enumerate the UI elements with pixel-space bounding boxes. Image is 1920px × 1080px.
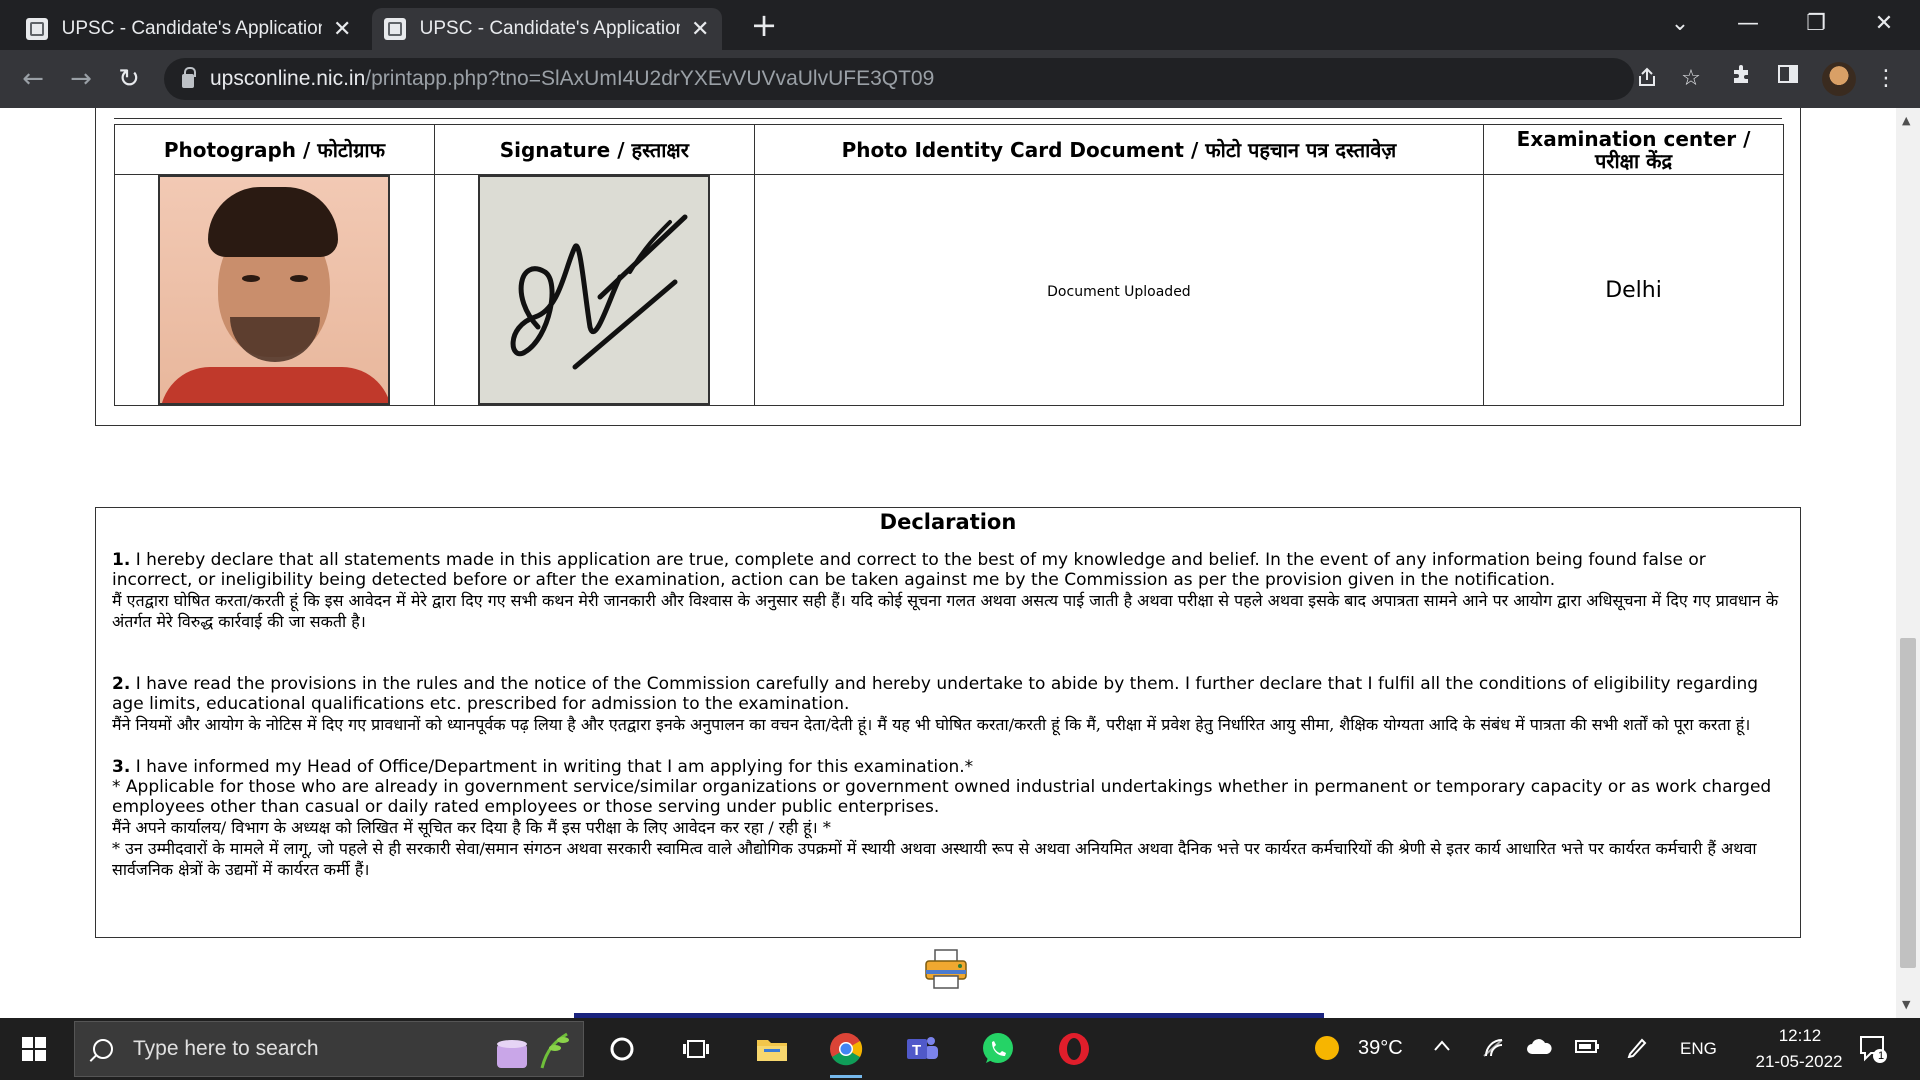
lock-icon[interactable] (182, 67, 196, 88)
header-exam-center: Examination center / परीक्षा केंद्र (1483, 124, 1784, 175)
scroll-down-arrow[interactable]: ▼ (1902, 998, 1910, 1011)
item-text-hi: मैं एतद्वारा घोषित करता/करती हूं कि इस आ… (112, 591, 1779, 631)
item-note-hi: * उन उम्मीदवारों के मामले में लागू, जो प… (112, 839, 1757, 879)
weather-icon[interactable] (1313, 1034, 1341, 1067)
url-host: upsconline.nic.in (210, 67, 366, 90)
declaration-item-2: 2. I have read the provisions in the rul… (112, 674, 1784, 735)
item-text-hi: मैंने नियमों और आयोग के नोटिस में दिए गए… (112, 715, 1751, 734)
windows-taskbar: Type here to search T 39°C ENG 12:12 21-… (0, 1018, 1920, 1080)
browser-toolbar: ← → ↻ upsconline.nic.in/printapp.php?tno… (0, 50, 1920, 108)
item-note-en: * Applicable for those who are already i… (112, 777, 1772, 817)
scroll-thumb[interactable] (1900, 638, 1916, 968)
profile-avatar[interactable] (1822, 62, 1856, 96)
file-explorer-icon[interactable] (750, 1027, 794, 1071)
tab-close-icon[interactable]: ✕ (332, 17, 352, 42)
tab-title: UPSC - Candidate's Application D (61, 18, 323, 39)
tab-title: UPSC - Candidate's Application D (419, 18, 681, 39)
notification-count: 1 (1877, 1050, 1885, 1062)
item-text-en: I have informed my Head of Office/Depart… (135, 757, 974, 777)
tab-close-icon[interactable]: ✕ (690, 17, 710, 42)
header-photograph: Photograph / फोटोग्राफ (114, 124, 435, 175)
tab-upsc-1[interactable]: UPSC - Candidate's Application D ✕ (14, 8, 364, 50)
vertical-scrollbar[interactable]: ▲ ▼ (1896, 108, 1920, 1018)
pen-icon[interactable] (1626, 1036, 1648, 1063)
forward-button[interactable]: → (64, 62, 98, 96)
tab-upsc-2[interactable]: UPSC - Candidate's Application D ✕ (372, 8, 722, 50)
item-text-en: I hereby declare that all statements mad… (112, 550, 1706, 590)
declaration-item-1: 1. I hereby declare that all statements … (112, 550, 1784, 632)
tab-search-icon[interactable]: ⌄ (1660, 6, 1700, 42)
search-placeholder: Type here to search (133, 1037, 319, 1060)
page-content: Photograph / फोटोग्राफ Signature / हस्ता… (0, 108, 1896, 1018)
search-icon (93, 1039, 113, 1059)
close-window-button[interactable]: ✕ (1864, 6, 1904, 42)
documents-table: Photograph / फोटोग्राफ Signature / हस्ता… (114, 124, 1784, 406)
extensions-icon[interactable] (1726, 63, 1758, 95)
clock-time[interactable]: 12:12 (1760, 1026, 1840, 1046)
wifi-icon[interactable] (1482, 1036, 1504, 1063)
task-view-icon[interactable] (674, 1027, 718, 1071)
bookmark-star-icon[interactable]: ☆ (1676, 66, 1706, 91)
documents-section: Photograph / फोटोग्राफ Signature / हस्ता… (95, 108, 1801, 426)
share-icon[interactable] (1632, 66, 1662, 94)
taskbar-search-box[interactable]: Type here to search (74, 1021, 584, 1077)
declaration-section: Declaration 1. I hereby declare that all… (95, 507, 1801, 938)
onedrive-icon[interactable] (1526, 1036, 1552, 1061)
address-bar[interactable]: upsconline.nic.in/printapp.php?tno=SlAxU… (164, 58, 1701, 100)
declaration-item-3: 3. I have informed my Head of Office/Dep… (112, 757, 1784, 880)
teams-icon[interactable]: T (900, 1027, 944, 1071)
id-document-cell: Document Uploaded (753, 174, 1485, 406)
side-panel-icon[interactable] (1772, 63, 1804, 95)
start-button[interactable] (22, 1037, 46, 1061)
battery-icon[interactable] (1574, 1036, 1600, 1061)
signature-cell (433, 174, 755, 406)
scroll-up-arrow[interactable]: ▲ (1902, 114, 1910, 127)
declaration-title: Declaration (879, 510, 1017, 534)
reload-button[interactable]: ↻ (112, 62, 146, 96)
chevron-up-icon[interactable] (1432, 1036, 1452, 1061)
svg-text:T: T (912, 1042, 921, 1059)
weather-temperature[interactable]: 39°C (1358, 1037, 1403, 1060)
search-highlight-icon (497, 1032, 569, 1069)
exam-center-cell: Delhi (1483, 174, 1784, 406)
language-indicator[interactable]: ENG (1680, 1039, 1717, 1059)
back-button[interactable]: ← (16, 62, 50, 96)
candidate-signature (478, 175, 711, 405)
restore-button[interactable]: ❐ (1796, 6, 1836, 42)
printer-icon[interactable] (922, 948, 970, 990)
cortana-icon[interactable] (600, 1027, 644, 1071)
item-number: 1. (112, 550, 131, 570)
opera-icon[interactable] (1052, 1027, 1096, 1071)
tab-strip: UPSC - Candidate's Application D ✕ UPSC … (0, 0, 1920, 50)
candidate-photo (158, 175, 391, 405)
header-signature: Signature / हस्ताक्षर (433, 124, 755, 175)
photo-cell (114, 174, 435, 406)
upsc-favicon-icon (26, 18, 48, 40)
document-status: Document Uploaded (1047, 283, 1191, 300)
item-text-hi: मैंने अपने कार्यालय/ विभाग के अध्यक्ष को… (112, 818, 831, 837)
new-tab-button[interactable]: + (748, 9, 780, 42)
item-number: 2. (112, 674, 131, 694)
item-text-en: I have read the provisions in the rules … (112, 674, 1759, 714)
chrome-icon[interactable] (824, 1027, 868, 1078)
clock-date[interactable]: 21-05-2022 (1734, 1052, 1864, 1072)
whatsapp-icon[interactable] (976, 1027, 1020, 1071)
header-id-document: Photo Identity Card Document / फोटो पहचा… (753, 124, 1485, 175)
exam-center-value: Delhi (1605, 277, 1662, 303)
menu-kebab-icon[interactable]: ⋮ (1870, 63, 1902, 95)
minimize-button[interactable]: — (1728, 6, 1768, 42)
url-path: /printapp.php?tno=SlAxUmI4U2drYXEvVUVvaU… (365, 67, 935, 90)
upsc-favicon-icon (384, 18, 406, 40)
item-number: 3. (112, 757, 131, 777)
